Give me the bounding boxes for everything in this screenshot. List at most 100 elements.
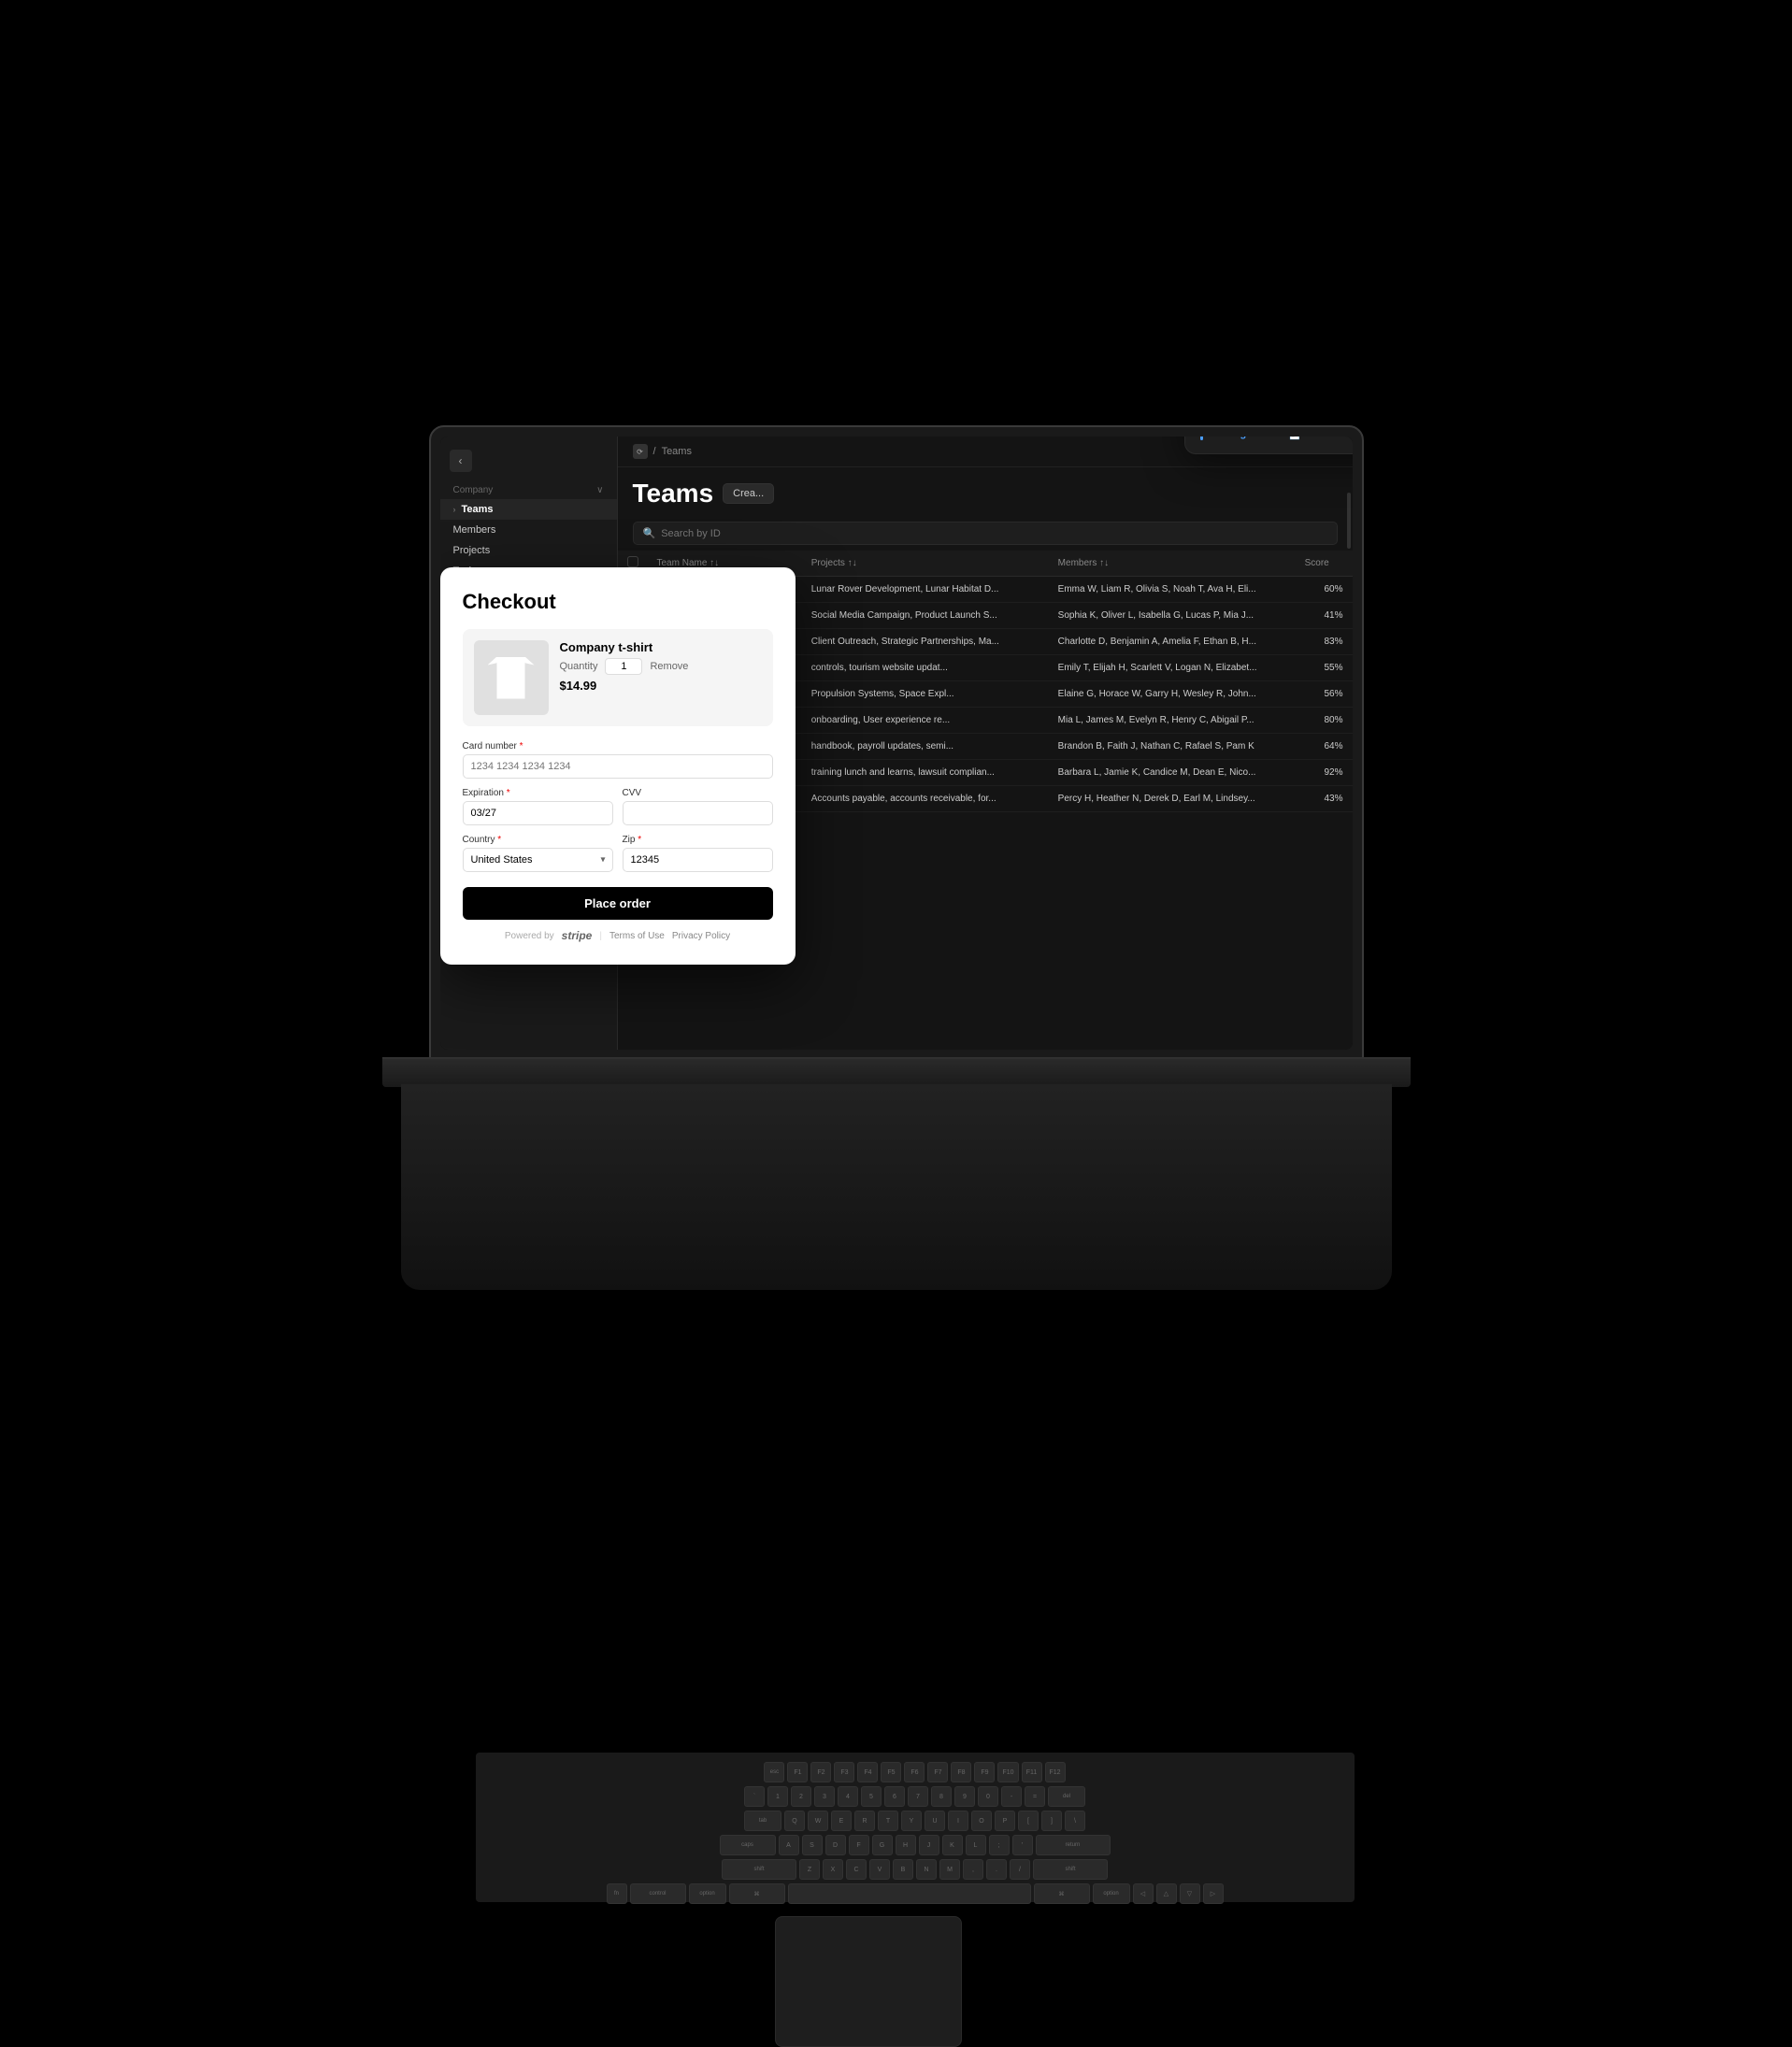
key-rshift: shift — [1033, 1859, 1108, 1880]
search-input[interactable] — [661, 528, 801, 539]
key-left: ◁ — [1133, 1883, 1154, 1904]
row-projects: Social Media Campaign, Product Launch S.… — [802, 603, 1049, 629]
th-members: Members ↑↓ — [1049, 551, 1296, 577]
sidebar-item-teams[interactable]: › Teams — [440, 499, 617, 520]
key-f4: F4 — [857, 1762, 878, 1782]
screen-content: ‹ Company ∨ › Teams Members Projects — [440, 437, 1353, 1050]
row-projects: Propulsion Systems, Space Expl... — [802, 681, 1049, 708]
key-f11: F11 — [1022, 1762, 1042, 1782]
quantity-row: Quantity Remove — [560, 658, 762, 675]
key-up: △ — [1156, 1883, 1177, 1904]
key-option-right: option — [1093, 1883, 1130, 1904]
trackpad[interactable] — [775, 1916, 962, 2047]
key-t: T — [878, 1811, 898, 1831]
privacy-link[interactable]: Privacy Policy — [672, 931, 730, 941]
key-w: W — [808, 1811, 828, 1831]
key-lbracket: [ — [1018, 1811, 1039, 1831]
select-all-checkbox[interactable] — [627, 556, 638, 567]
page-title: Teams — [633, 479, 714, 508]
key-e: E — [831, 1811, 852, 1831]
key-period: . — [986, 1859, 1007, 1880]
search-icon: 🔍 — [643, 527, 656, 539]
card-number-input[interactable] — [463, 754, 773, 779]
row-members: Emma W, Liam R, Olivia S, Noah T, Ava H,… — [1049, 577, 1296, 603]
cart-details: Company t-shirt Quantity Remove $14.99 — [560, 640, 762, 715]
key-h: H — [896, 1835, 916, 1855]
quantity-label: Quantity — [560, 661, 598, 672]
key-comma: , — [963, 1859, 983, 1880]
stripe-logo: stripe — [562, 929, 593, 942]
country-zip-row: Country * United States Canada United Ki… — [463, 835, 773, 872]
key-backslash: \ — [1065, 1811, 1085, 1831]
key-u: U — [925, 1811, 945, 1831]
key-lshift: shift — [722, 1859, 796, 1880]
key-i: I — [948, 1811, 968, 1831]
key-minus: - — [1001, 1786, 1022, 1807]
card-number-label: Card number * — [463, 741, 773, 752]
sidebar: ‹ Company ∨ › Teams Members Projects — [440, 437, 618, 1050]
key-row-3: tab Q W E R T Y U I O P [ ] \ — [483, 1811, 1347, 1831]
product-name: Company t-shirt — [560, 640, 762, 654]
key-4: 4 — [838, 1786, 858, 1807]
key-f12: F12 — [1045, 1762, 1066, 1782]
key-equals: = — [1025, 1786, 1045, 1807]
th-score: Score — [1296, 551, 1353, 577]
row-projects: training lunch and learns, lawsuit compl… — [802, 760, 1049, 786]
key-down: ▽ — [1180, 1883, 1200, 1904]
keyboard: esc F1 F2 F3 F4 F5 F6 F7 F8 F9 F10 F11 F… — [476, 1753, 1355, 1902]
key-ctrl: control — [630, 1883, 686, 1904]
key-k: K — [942, 1835, 963, 1855]
row-members: Elaine G, Horace W, Garry H, Wesley R, J… — [1049, 681, 1296, 708]
row-score: 41% — [1296, 603, 1353, 629]
cart-item: Company t-shirt Quantity Remove $14.99 — [463, 629, 773, 726]
key-f: F — [849, 1835, 869, 1855]
place-order-button[interactable]: Place order — [463, 887, 773, 920]
expiry-cvv-row: Expiration * CVV — [463, 788, 773, 825]
page-header: Teams Crea... — [618, 467, 1353, 516]
sidebar-item-projects[interactable]: Projects — [440, 540, 617, 561]
laptop-base — [382, 1059, 1411, 1087]
row-members: Barbara L, Jamie K, Candice M, Dean E, N… — [1049, 760, 1296, 786]
key-m: M — [939, 1859, 960, 1880]
key-f8: F8 — [951, 1762, 971, 1782]
row-projects: controls, tourism website updat... — [802, 655, 1049, 681]
key-7: 7 — [908, 1786, 928, 1807]
key-q: Q — [784, 1811, 805, 1831]
key-f5: F5 — [881, 1762, 901, 1782]
remove-button[interactable]: Remove — [650, 661, 688, 672]
cvv-label: CVV — [623, 788, 773, 798]
country-select[interactable]: United States Canada United Kingdom — [463, 848, 613, 872]
zip-input[interactable] — [623, 848, 773, 872]
sidebar-back-button[interactable]: ‹ — [450, 450, 472, 472]
breadcrumb-current: Teams — [662, 446, 692, 457]
row-members: Emily T, Elijah H, Scarlett V, Logan N, … — [1049, 655, 1296, 681]
key-slash: / — [1010, 1859, 1030, 1880]
key-space — [788, 1883, 1031, 1904]
row-members: Charlotte D, Benjamin A, Amelia F, Ethan… — [1049, 629, 1296, 655]
key-6: 6 — [884, 1786, 905, 1807]
row-projects: handbook, payroll updates, semi... — [802, 734, 1049, 760]
sidebar-item-members[interactable]: Members — [440, 520, 617, 540]
laptop: ‹ Company ∨ › Teams Members Projects — [382, 425, 1411, 1407]
notif-link-2[interactable]: Training Manual 📄 — [1200, 437, 1353, 440]
terms-link[interactable]: Terms of Use — [609, 931, 665, 941]
row-members: Sophia K, Oliver L, Isabella G, Lucas P,… — [1049, 603, 1296, 629]
key-fn: fn — [607, 1883, 627, 1904]
expiry-input[interactable] — [463, 801, 613, 825]
row-score: 64% — [1296, 734, 1353, 760]
row-members: Mia L, James M, Evelyn R, Henry C, Abiga… — [1049, 708, 1296, 734]
th-projects: Projects ↑↓ — [802, 551, 1049, 577]
quantity-input[interactable] — [605, 658, 642, 675]
screen: ‹ Company ∨ › Teams Members Projects — [440, 437, 1353, 1050]
key-backspace: del — [1048, 1786, 1085, 1807]
key-f6: F6 — [904, 1762, 925, 1782]
cvv-input[interactable] — [623, 801, 773, 825]
sidebar-company-section: Company ∨ — [440, 478, 617, 499]
create-button[interactable]: Crea... — [723, 483, 774, 504]
key-row-2: ` 1 2 3 4 5 6 7 8 9 0 - = del — [483, 1786, 1347, 1807]
key-n: N — [916, 1859, 937, 1880]
key-p: P — [995, 1811, 1015, 1831]
key-v: V — [869, 1859, 890, 1880]
key-right: ▷ — [1203, 1883, 1224, 1904]
key-r: R — [854, 1811, 875, 1831]
